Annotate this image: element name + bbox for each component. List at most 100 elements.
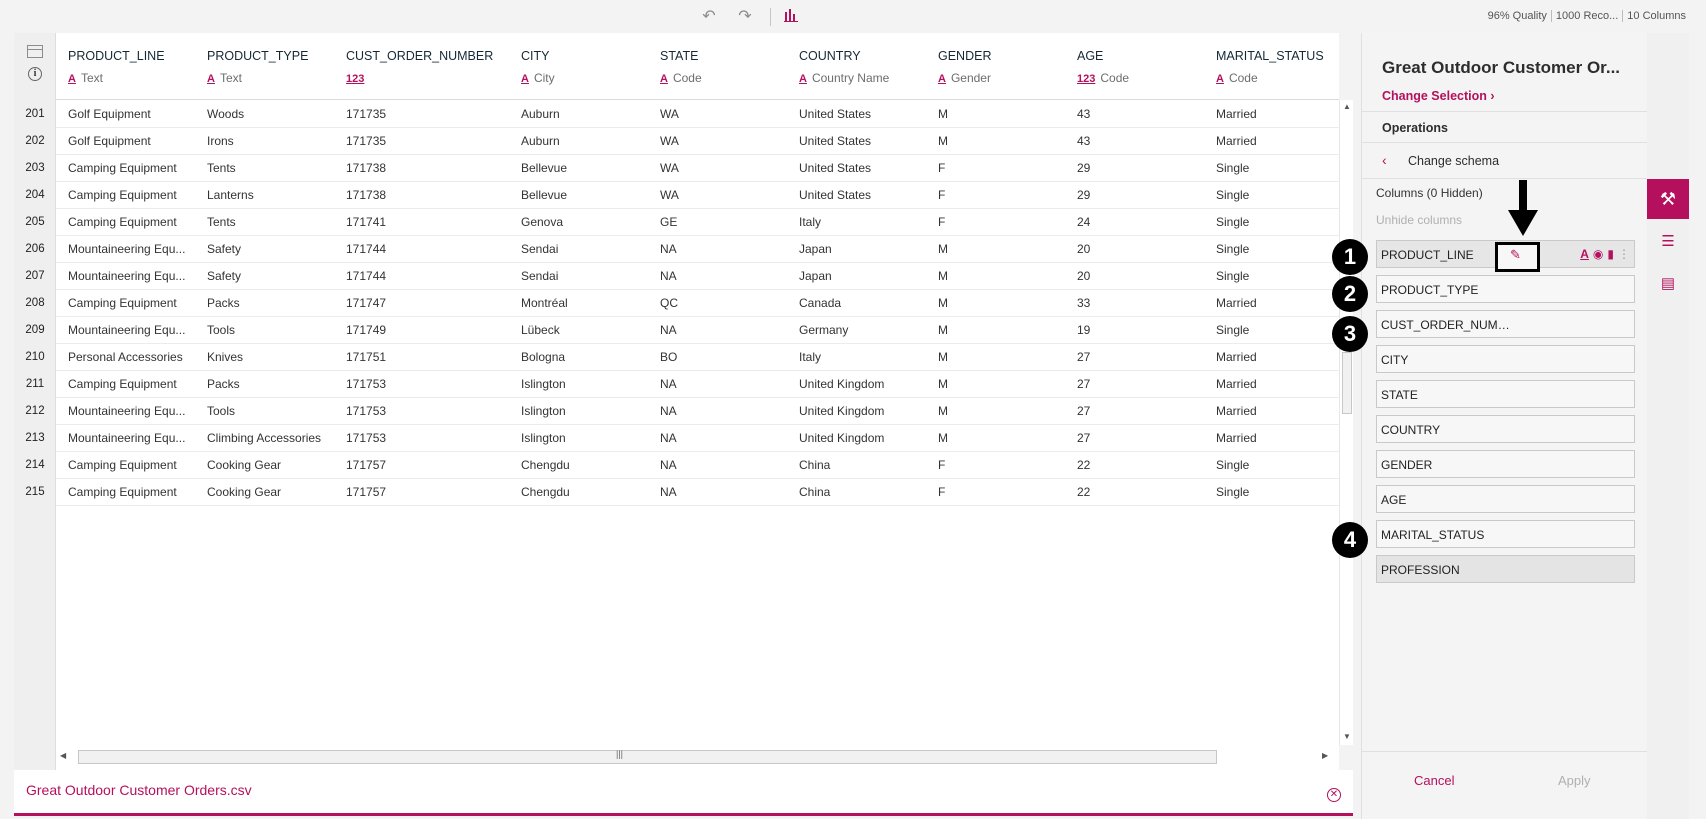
unhide-columns-link[interactable]: Unhide columns xyxy=(1376,213,1462,227)
table-cell[interactable]: Single xyxy=(1216,479,1335,506)
table-cell[interactable]: Camping Equipment xyxy=(68,371,191,398)
file-name[interactable]: Great Outdoor Customer Orders.csv xyxy=(26,782,252,798)
table-cell[interactable]: United States xyxy=(799,182,922,209)
schema-column-item[interactable]: MARITAL_STATUS xyxy=(1376,520,1635,548)
table-cell[interactable]: M xyxy=(938,317,1061,344)
table-cell[interactable]: Single xyxy=(1216,452,1335,479)
column-header[interactable]: PRODUCT_LINE A Text xyxy=(56,33,195,100)
table-cell[interactable]: Married xyxy=(1216,128,1335,155)
document-icon[interactable]: ▤ xyxy=(1659,275,1677,293)
table-cell[interactable]: GE xyxy=(660,209,783,236)
table-cell[interactable]: Japan xyxy=(799,263,922,290)
schema-column-item[interactable]: GENDER xyxy=(1376,450,1635,478)
table-cell[interactable]: 171744 xyxy=(346,236,505,263)
table-cell[interactable]: 29 xyxy=(1077,182,1200,209)
table-cell[interactable]: 29 xyxy=(1077,155,1200,182)
horizontal-scroll-thumb[interactable] xyxy=(78,750,1217,764)
table-cell[interactable]: Tents xyxy=(207,155,330,182)
table-cell[interactable]: Single xyxy=(1216,155,1335,182)
table-cell[interactable]: Irons xyxy=(207,128,330,155)
table-cell[interactable]: Camping Equipment xyxy=(68,182,191,209)
table-cell[interactable]: Single xyxy=(1216,317,1335,344)
table-cell[interactable]: 171753 xyxy=(346,425,505,452)
table-cell[interactable]: 20 xyxy=(1077,263,1200,290)
apply-button[interactable]: Apply xyxy=(1558,773,1591,788)
table-cell[interactable]: Married xyxy=(1216,371,1335,398)
table-cell[interactable]: F xyxy=(938,479,1061,506)
table-cell[interactable]: Tools xyxy=(207,317,330,344)
table-cell[interactable]: Cooking Gear xyxy=(207,452,330,479)
table-cell[interactable]: Mountaineering Equ... xyxy=(68,398,191,425)
table-cell[interactable]: Montréal xyxy=(521,290,644,317)
table-cell[interactable]: 24 xyxy=(1077,209,1200,236)
table-cell[interactable]: Cooking Gear xyxy=(207,479,330,506)
table-cell[interactable]: Married xyxy=(1216,344,1335,371)
table-cell[interactable]: NA xyxy=(660,425,783,452)
column-header[interactable]: CITY A City xyxy=(509,33,648,100)
column-header[interactable]: GENDER A Gender xyxy=(926,33,1065,100)
table-row[interactable]: Camping Equipment Tents 171738 Bellevue WA Un… xyxy=(56,155,1339,182)
table-row[interactable]: Mountaineering Equ... Safety 171744 Sendai N… xyxy=(56,263,1339,290)
table-cell[interactable]: 22 xyxy=(1077,452,1200,479)
table-cell[interactable]: Tents xyxy=(207,209,330,236)
table-row[interactable]: Camping Equipment Cooking Gear 171757 Cheng… xyxy=(56,452,1339,479)
schema-column-item[interactable]: PROFESSION xyxy=(1376,555,1635,583)
table-cell[interactable]: WA xyxy=(660,155,783,182)
table-cell[interactable]: 171741 xyxy=(346,209,505,236)
redo-icon[interactable]: ↷ xyxy=(736,8,754,26)
horizontal-scrollbar[interactable]: ◀ ||| ▶ xyxy=(56,748,1339,766)
table-cell[interactable]: NA xyxy=(660,371,783,398)
table-cell[interactable]: Mountaineering Equ... xyxy=(68,317,191,344)
scroll-right-icon[interactable]: ▶ xyxy=(1322,751,1328,760)
column-header[interactable]: STATE A Code xyxy=(648,33,787,100)
table-cell[interactable]: Climbing Accessories xyxy=(207,425,330,452)
list-icon[interactable]: ☰ xyxy=(1659,233,1677,251)
vertical-scrollbar[interactable]: ▲ ▼ xyxy=(1339,100,1353,745)
table-cell[interactable]: WA xyxy=(660,128,783,155)
table-cell[interactable]: Islington xyxy=(521,425,644,452)
table-cell[interactable]: Packs xyxy=(207,290,330,317)
table-row[interactable]: Camping Equipment Lanterns 171738 Bellevue W… xyxy=(56,182,1339,209)
table-cell[interactable]: 171751 xyxy=(346,344,505,371)
schema-column-item[interactable]: CITY xyxy=(1376,345,1635,373)
column-header[interactable]: MARITAL_STATUS A Code xyxy=(1204,33,1339,100)
table-cell[interactable]: Single xyxy=(1216,209,1335,236)
table-cell[interactable]: Sendai xyxy=(521,263,644,290)
table-cell[interactable]: NA xyxy=(660,236,783,263)
table-cell[interactable]: 171753 xyxy=(346,371,505,398)
info-icon[interactable]: i xyxy=(28,67,42,81)
table-cell[interactable]: F xyxy=(938,155,1061,182)
table-cell[interactable]: Germany xyxy=(799,317,922,344)
table-cell[interactable]: F xyxy=(938,209,1061,236)
table-cell[interactable]: China xyxy=(799,479,922,506)
table-cell[interactable]: Lanterns xyxy=(207,182,330,209)
table-cell[interactable]: M xyxy=(938,263,1061,290)
close-icon[interactable]: ✕ xyxy=(1327,788,1341,802)
change-schema-header[interactable]: ‹ Change schema xyxy=(1362,143,1648,179)
table-cell[interactable]: Married xyxy=(1216,101,1335,128)
table-cell[interactable]: BO xyxy=(660,344,783,371)
table-cell[interactable]: 19 xyxy=(1077,317,1200,344)
table-cell[interactable]: China xyxy=(799,452,922,479)
table-row[interactable]: Camping Equipment Cooking Gear 171757 Cheng… xyxy=(56,479,1339,506)
schema-column-item[interactable]: PRODUCT_TYPE xyxy=(1376,275,1635,303)
table-cell[interactable]: 27 xyxy=(1077,371,1200,398)
table-cell[interactable]: 43 xyxy=(1077,128,1200,155)
table-row[interactable]: Camping Equipment Packs 171753 Islington NA U… xyxy=(56,371,1339,398)
eye-icon[interactable]: ◉ xyxy=(1593,247,1603,261)
table-cell[interactable]: Italy xyxy=(799,344,922,371)
table-cell[interactable]: NA xyxy=(660,398,783,425)
table-cell[interactable]: NA xyxy=(660,479,783,506)
table-cell[interactable]: 27 xyxy=(1077,344,1200,371)
table-cell[interactable]: Auburn xyxy=(521,128,644,155)
table-cell[interactable]: Islington xyxy=(521,371,644,398)
column-header[interactable]: CUST_ORDER_NUMBER 123 xyxy=(334,33,509,100)
table-cell[interactable]: 171735 xyxy=(346,128,505,155)
column-header[interactable]: COUNTRY A Country Name xyxy=(787,33,926,100)
table-cell[interactable]: Genova xyxy=(521,209,644,236)
table-cell[interactable]: Single xyxy=(1216,182,1335,209)
table-row[interactable]: Golf Equipment Irons 171735 Auburn WA United … xyxy=(56,128,1339,155)
table-row[interactable]: Mountaineering Equ... Tools 171753 Islingto… xyxy=(56,398,1339,425)
table-cell[interactable]: Married xyxy=(1216,425,1335,452)
table-cell[interactable]: WA xyxy=(660,101,783,128)
